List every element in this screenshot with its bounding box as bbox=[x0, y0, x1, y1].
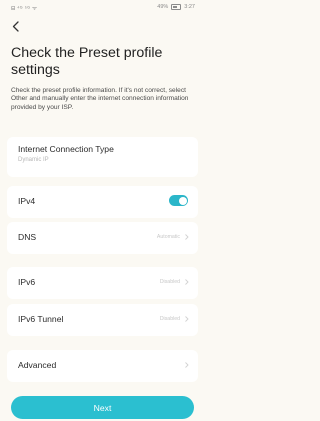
battery-icon bbox=[171, 4, 182, 10]
connection-type-value: Dynamic IP bbox=[18, 157, 49, 163]
status-right-group: 49% 3:27 bbox=[157, 4, 195, 10]
status-bar: ᗺ ⁴ᴳ ⁵ᴳ ᯤ 49% 3:27 bbox=[0, 0, 205, 14]
ipv4-row: IPv4 bbox=[7, 186, 198, 218]
connection-type-label: Internet Connection Type bbox=[18, 144, 114, 154]
battery-percent: 49% bbox=[157, 4, 169, 10]
dns-label: DNS bbox=[18, 232, 37, 242]
advanced-row[interactable]: Advanced bbox=[7, 350, 198, 382]
chevron-right-icon bbox=[185, 234, 189, 240]
next-button[interactable]: Next bbox=[11, 396, 194, 419]
chevron-right-icon bbox=[185, 316, 189, 322]
page-description: Check the preset profile information. If… bbox=[11, 87, 189, 111]
ipv6-tunnel-label: IPv6 Tunnel bbox=[18, 314, 64, 324]
chevron-right-icon bbox=[185, 279, 189, 285]
dns-row[interactable]: DNS Automatic bbox=[7, 222, 198, 254]
ipv6-tunnel-value: Disabled bbox=[159, 316, 180, 322]
advanced-label: Advanced bbox=[18, 360, 57, 370]
page-title: Check the Preset profile settings bbox=[11, 45, 163, 78]
dns-value: Automatic bbox=[156, 234, 180, 240]
connection-type-card: Internet Connection Type Dynamic IP bbox=[7, 137, 198, 177]
chevron-right-icon bbox=[185, 362, 189, 368]
status-time: 3:27 bbox=[184, 4, 195, 10]
back-button[interactable] bbox=[8, 17, 24, 35]
ipv4-label: IPv4 bbox=[18, 196, 36, 206]
ipv6-row[interactable]: IPv6 Disabled bbox=[7, 267, 198, 299]
status-signal-icons: ᗺ ⁴ᴳ ⁵ᴳ ᯤ bbox=[11, 6, 38, 12]
ipv4-toggle[interactable] bbox=[169, 195, 188, 206]
ipv6-value: Disabled bbox=[159, 279, 180, 285]
ipv6-tunnel-row[interactable]: IPv6 Tunnel Disabled bbox=[7, 304, 198, 336]
ipv6-label: IPv6 bbox=[18, 277, 36, 287]
toggle-knob bbox=[178, 196, 187, 205]
chevron-left-icon bbox=[12, 20, 19, 32]
